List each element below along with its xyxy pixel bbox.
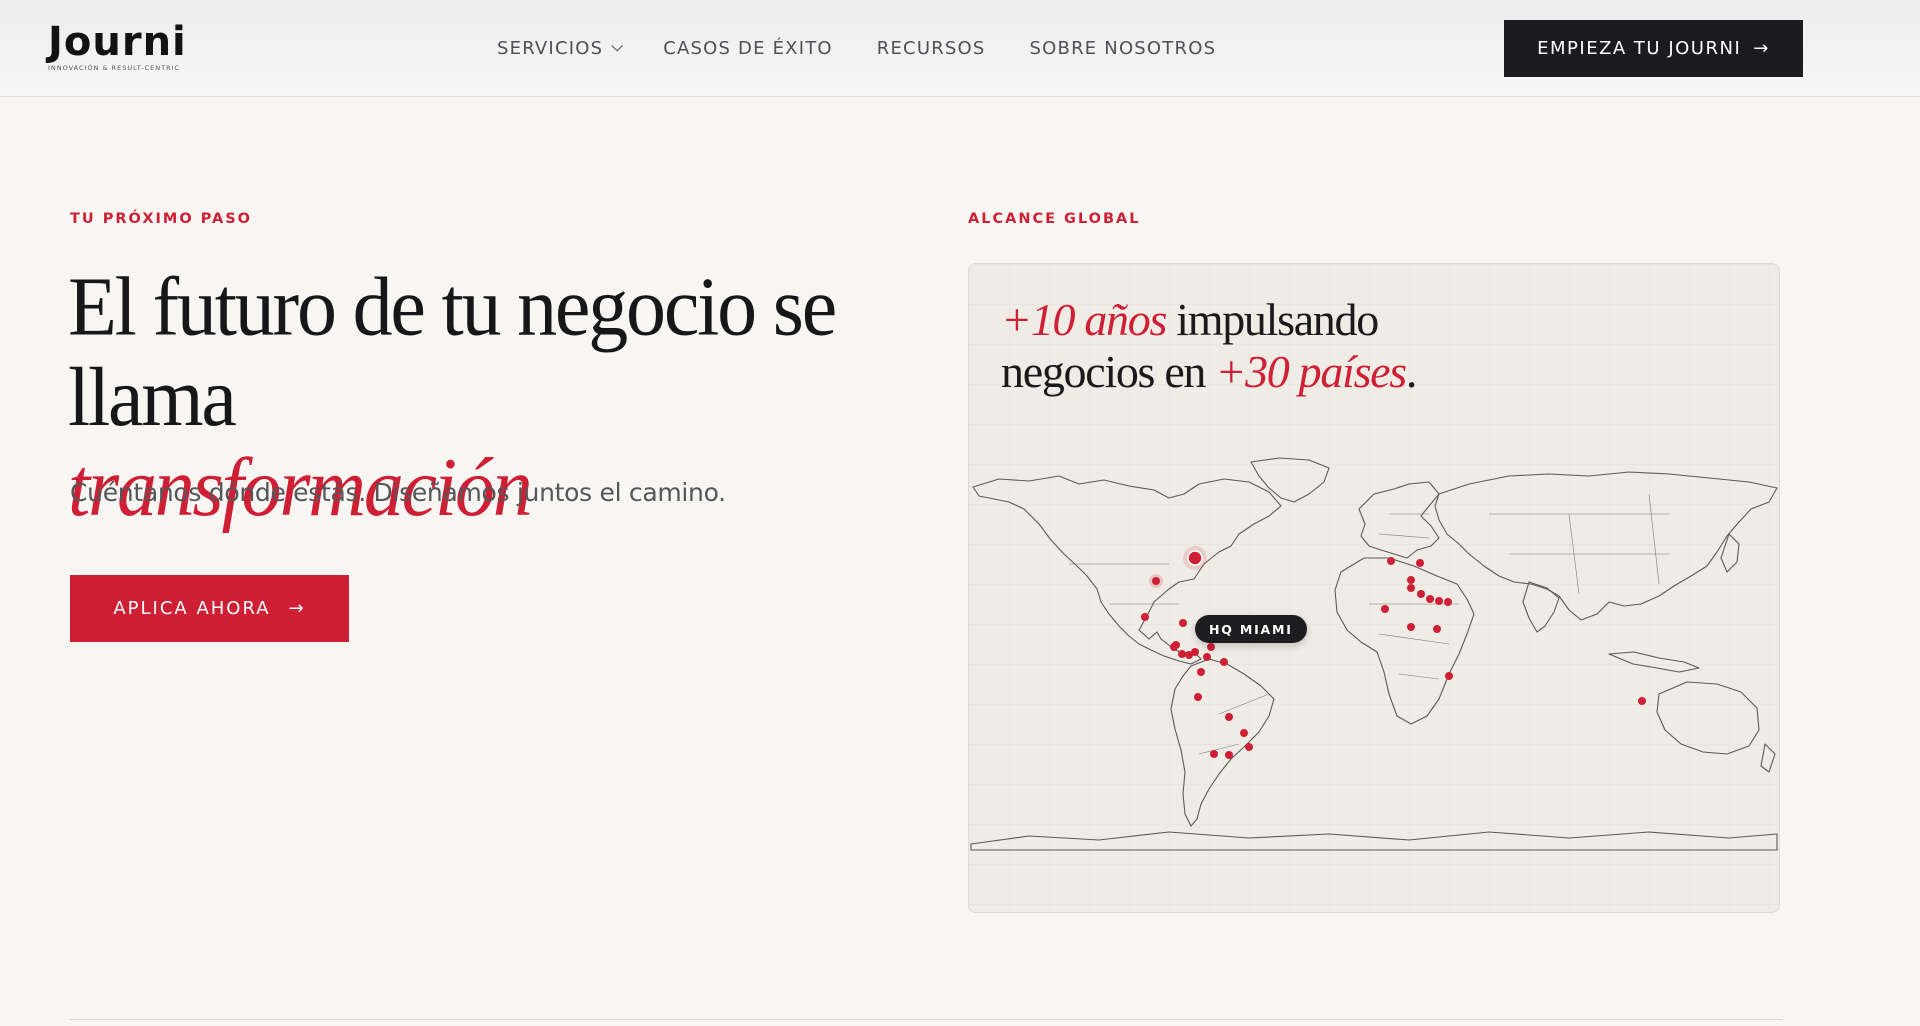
africa-outline [1334,557,1475,725]
location-dot [1433,625,1441,633]
location-dot [1407,623,1415,631]
journi-logo[interactable]: Journi INNOVACIÓN & RESULT-CENTRIC [48,22,208,74]
countries-highlight: +30 países [1215,346,1407,397]
top-navigation: Journi INNOVACIÓN & RESULT-CENTRIC SERVI… [0,0,1920,97]
logo-tagline: INNOVACIÓN & RESULT-CENTRIC [48,64,181,72]
logo-wordmark: Journi [48,19,187,65]
location-dot [1638,697,1646,705]
location-markers [1141,546,1646,759]
continent-outlines [970,457,1778,851]
indonesia-outline [1608,651,1700,673]
location-dot [1191,648,1199,656]
chevron-down-icon [611,40,623,52]
location-dot [1170,643,1178,651]
button-label: APLICA AHORA [113,598,271,619]
location-dot [1240,729,1248,737]
location-dot [1416,559,1424,567]
hq-miami-marker [1187,550,1203,566]
location-dot [1445,672,1453,680]
greenland-outline [1250,457,1330,503]
australia-outline [1656,681,1760,755]
nav-item-sobre-nosotros[interactable]: SOBRE NOSOTROS [1030,38,1217,59]
location-dot [1444,598,1452,606]
location-dot [1203,653,1211,661]
arrow-right-icon: → [1753,38,1770,59]
location-dot [1141,613,1149,621]
global-reach-card: +10 años impulsando negocios en +30 país… [968,263,1780,913]
nav-item-label: SOBRE NOSOTROS [1029,37,1217,59]
nav-item-label: CASOS DE ÉXITO [663,37,833,59]
india-outline [1522,581,1560,633]
location-dot [1225,751,1233,759]
location-dot [1407,576,1415,584]
world-map [970,457,1778,851]
location-dot [1225,713,1233,721]
location-dot [1207,643,1215,651]
location-dot [1435,597,1443,605]
headline-text: El futuro de tu negocio se llama [68,260,837,444]
country-borders [1069,493,1669,755]
title-end: . [1405,346,1418,397]
location-dot [1220,658,1228,666]
nav-item-label: SERVICIOS [497,37,604,59]
main-menu: SERVICIOS CASOS DE ÉXITO RECURSOS SOBRE … [497,0,1260,96]
hero-subtitle: Cuéntanos dónde estás. Diseñamos juntos … [70,478,726,507]
location-dot [1387,557,1395,565]
new-zealand-outline [1760,743,1776,773]
location-dot [1194,693,1202,701]
border-line [1069,493,1669,755]
location-dot [1426,595,1434,603]
location-dot [1407,584,1415,592]
hero-eyebrow: TU PRÓXIMO PASO [70,211,252,227]
location-dot [1152,577,1160,585]
location-dot [1417,590,1425,598]
antarctica-outline [970,831,1778,851]
section-divider [70,1019,1782,1020]
reach-title: +10 años impulsando negocios en +30 país… [1001,294,1701,398]
title-text: impulsando [1166,294,1379,345]
button-label: EMPIEZA TU JOURNI [1537,38,1742,59]
location-dot [1381,605,1389,613]
nav-item-casos-de-exito[interactable]: CASOS DE ÉXITO [663,38,833,59]
south-america-outline [1170,658,1275,827]
years-highlight: +10 años [1001,294,1167,345]
location-dot [1197,668,1205,676]
japan-outline [1720,533,1740,573]
location-dot [1178,650,1186,658]
nav-item-servicios[interactable]: SERVICIOS [497,37,623,59]
location-dot [1245,743,1253,751]
start-journi-button[interactable]: EMPIEZA TU JOURNI → [1504,20,1803,77]
arrow-right-icon: → [288,598,306,619]
europe-outline [1358,481,1440,559]
asia-outline [1434,471,1778,621]
title-text-line2: negocios en [1001,346,1216,397]
location-dot [1210,750,1218,758]
nav-item-recursos[interactable]: RECURSOS [877,38,986,59]
nav-item-label: RECURSOS [876,37,986,59]
location-dot [1179,619,1187,627]
apply-now-button[interactable]: APLICA AHORA → [70,575,349,642]
reach-eyebrow: ALCANCE GLOBAL [968,211,1141,227]
hq-miami-label: HQ MIAMI [1195,615,1307,643]
